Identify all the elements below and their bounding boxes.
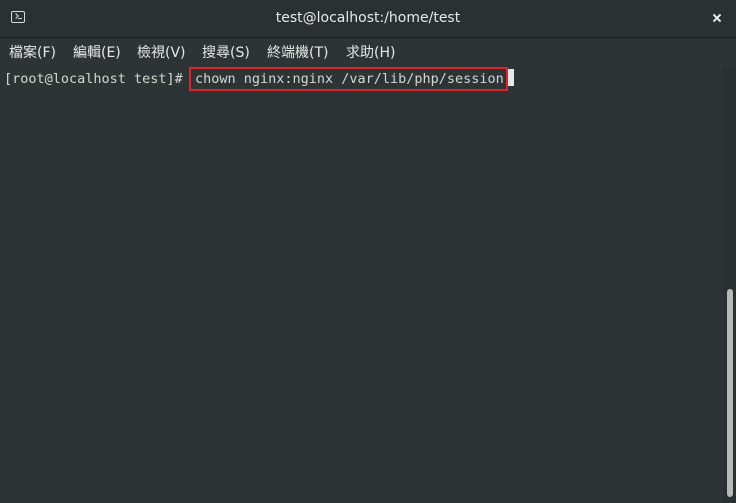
vertical-scrollbar[interactable] bbox=[723, 67, 736, 503]
terminal-area[interactable]: [root@localhost test]# chown nginx:nginx… bbox=[0, 67, 723, 503]
scrollbar-thumb[interactable] bbox=[727, 289, 733, 497]
title-bar[interactable]: test@localhost:/home/test bbox=[0, 0, 736, 38]
menu-terminal[interactable]: 終端機(T) bbox=[267, 38, 328, 67]
text-cursor bbox=[506, 69, 514, 86]
window-title: test@localhost:/home/test bbox=[275, 10, 461, 26]
menu-bar: 檔案(F) 編輯(E) 檢視(V) 搜尋(S) 終端機(T) 求助(H) bbox=[0, 38, 736, 67]
shell-prompt: [root@localhost test]# bbox=[4, 71, 191, 87]
close-icon[interactable] bbox=[708, 9, 726, 27]
menu-file[interactable]: 檔案(F) bbox=[9, 38, 56, 67]
terminal-line: [root@localhost test]# chown nginx:nginx… bbox=[4, 67, 514, 91]
menu-edit[interactable]: 編輯(E) bbox=[73, 38, 121, 67]
menu-help[interactable]: 求助(H) bbox=[346, 38, 395, 67]
terminal-window: test@localhost:/home/test 檔案(F) 編輯(E) 檢視… bbox=[0, 0, 736, 503]
highlighted-command: chown nginx:nginx /var/lib/php/session bbox=[188, 67, 508, 91]
menu-view[interactable]: 檢視(V) bbox=[137, 38, 186, 67]
menu-search[interactable]: 搜尋(S) bbox=[202, 38, 250, 67]
